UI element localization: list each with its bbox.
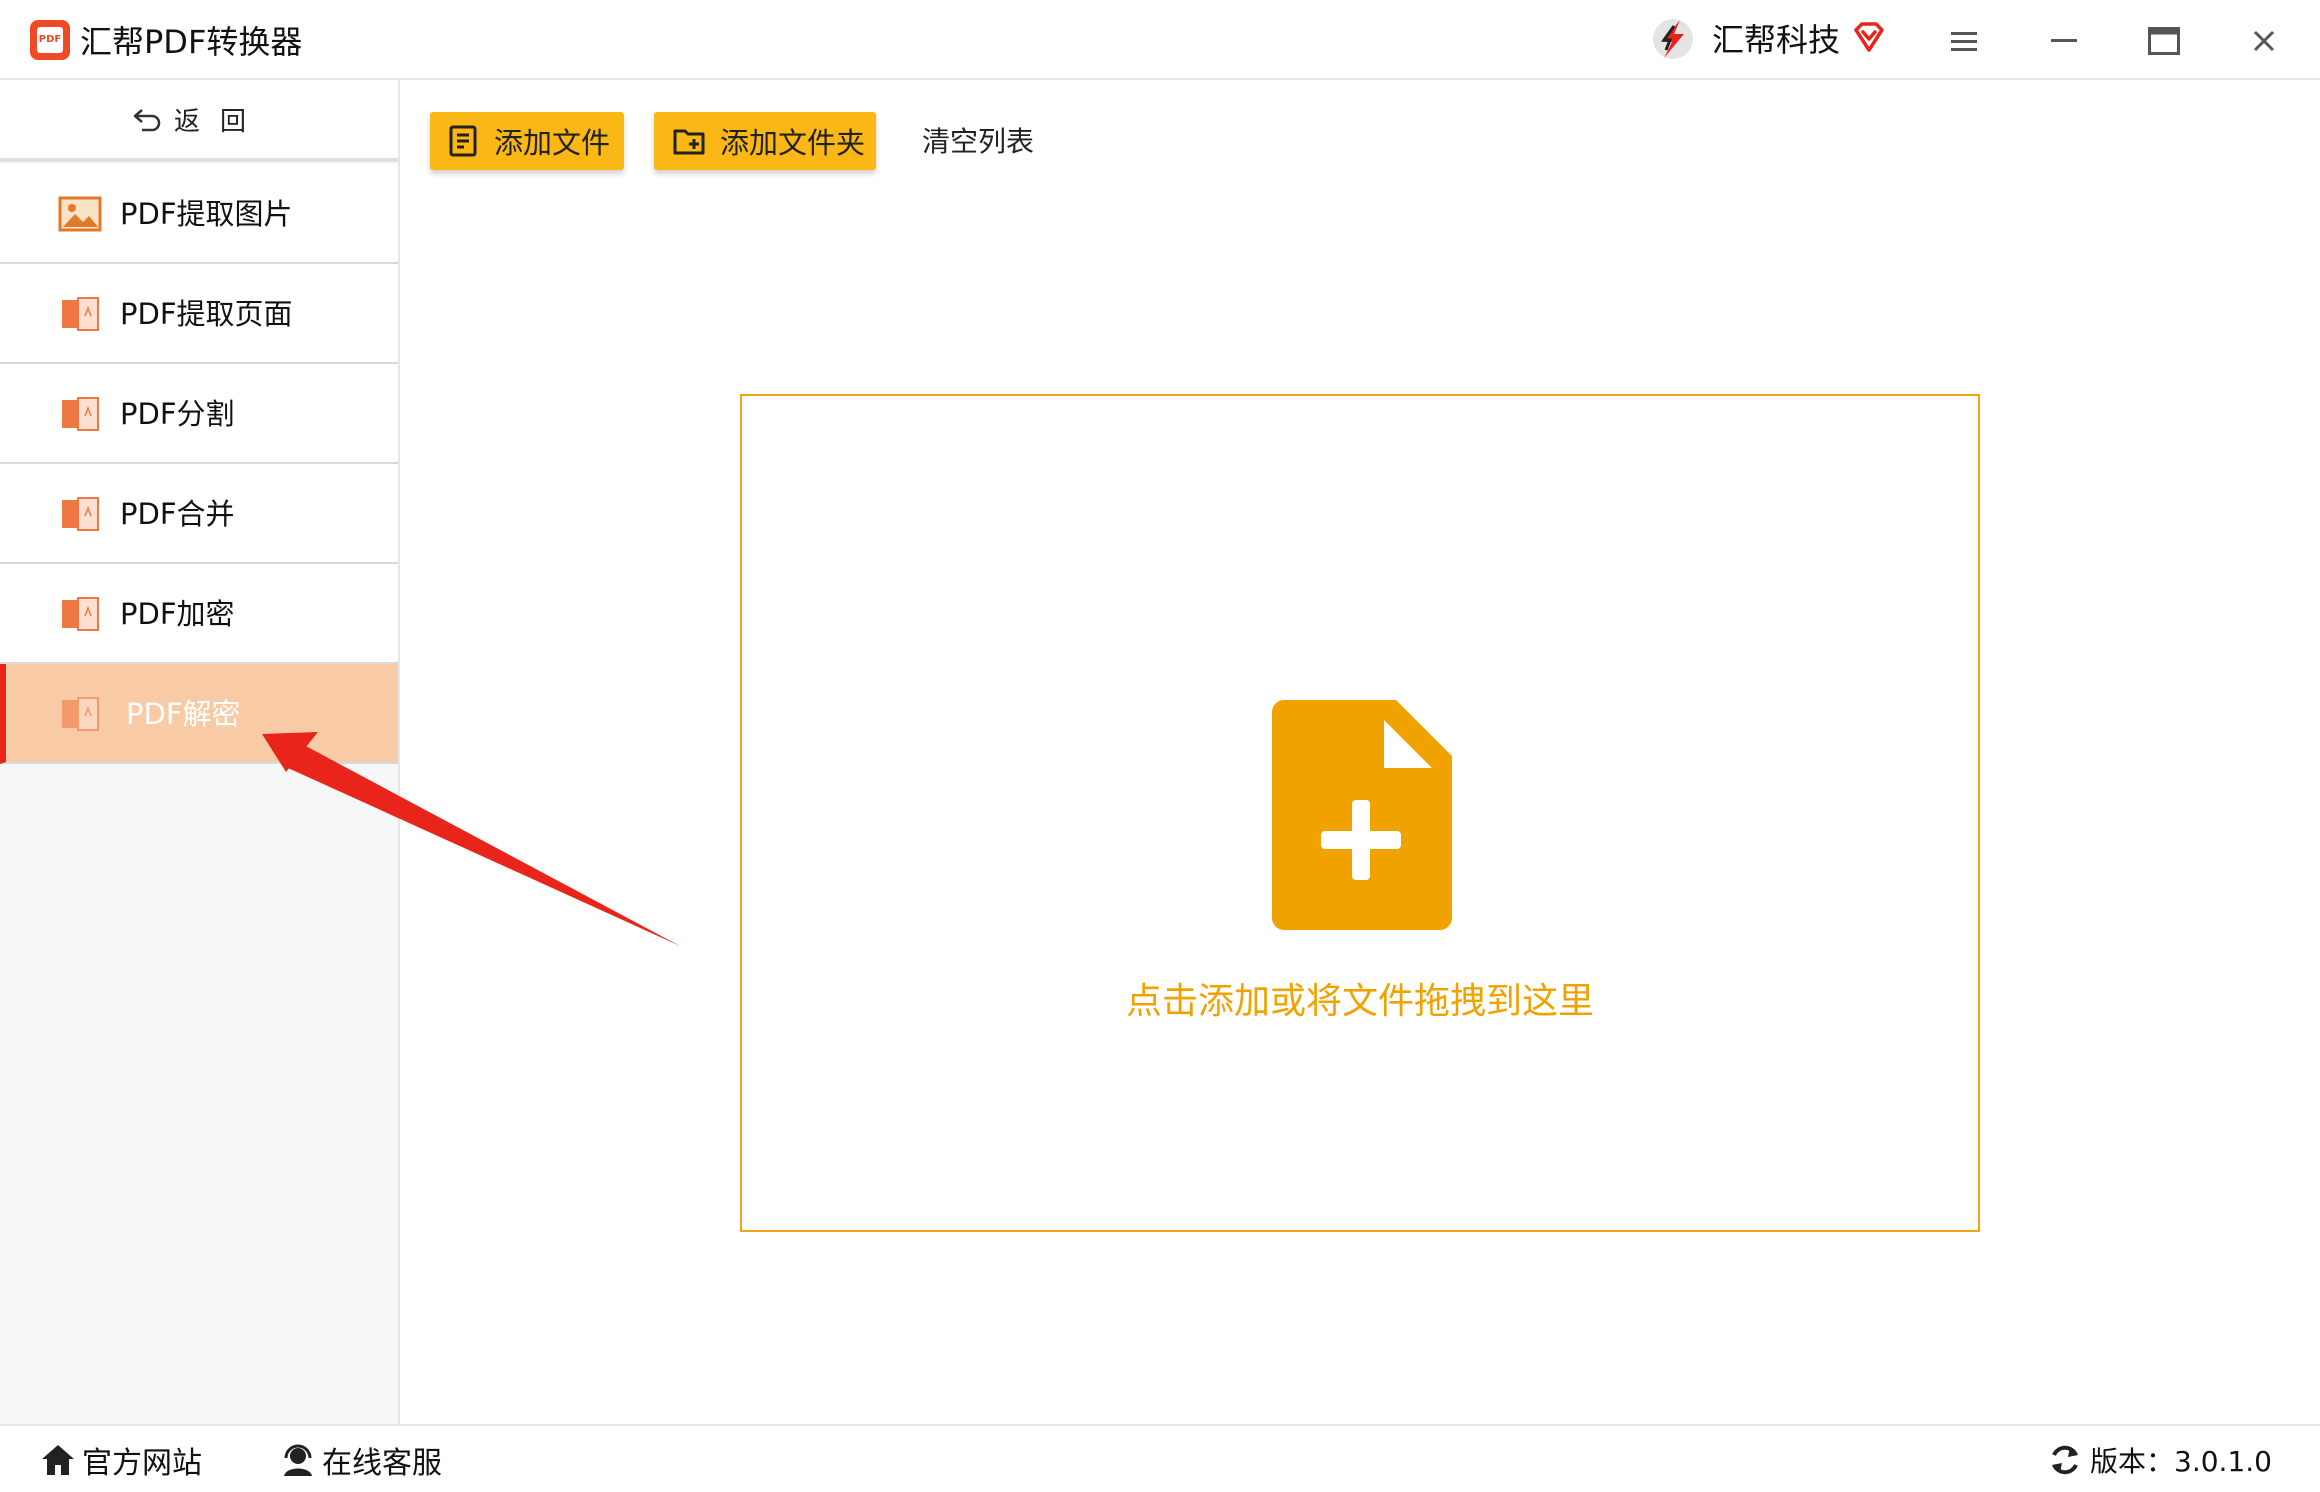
add-file-label: 添加文件 — [494, 126, 611, 160]
drop-hint-text: 点击添加或将文件拖拽到这里 — [1125, 981, 1594, 1022]
add-file-icon — [449, 125, 477, 157]
add-file-button[interactable]: 添加文件 — [430, 112, 624, 170]
online-service-link[interactable]: 在线客服 — [280, 1438, 442, 1482]
sidebar-item-decrypt[interactable]: PDF解密 — [0, 664, 398, 764]
file-drop-zone[interactable]: 点击添加或将文件拖拽到这里 — [740, 394, 1980, 1232]
sidebar-item-extract-pages[interactable]: PDF提取页面 — [0, 264, 398, 364]
version-info: 版本：3.0.1.0 — [2048, 1438, 2272, 1482]
sidebar-item-encrypt[interactable]: PDF加密 — [0, 564, 398, 664]
back-arrow-icon — [133, 109, 161, 132]
status-bar: 官方网站 在线客服 版本：3.0.1.0 — [0, 1424, 2320, 1492]
back-button[interactable]: 返回 — [0, 80, 398, 162]
sidebar-item-label: PDF提取页面 — [120, 297, 293, 331]
app-title: 汇帮PDF转换器 — [80, 23, 303, 61]
sidebar-item-label: PDF合并 — [120, 497, 235, 531]
menu-button[interactable] — [1934, 14, 1994, 68]
close-button[interactable] — [2234, 14, 2294, 68]
vip-diamond-icon[interactable] — [1852, 20, 1886, 54]
title-bar: PDF 汇帮PDF转换器 汇帮科技 — [0, 0, 2320, 80]
add-folder-button[interactable]: 添加文件夹 — [654, 112, 876, 170]
sidebar-item-extract-images[interactable]: PDF提取图片 — [0, 164, 398, 264]
sidebar-item-label: PDF加密 — [120, 597, 235, 631]
pdf-file-icon — [62, 397, 99, 431]
hamburger-icon — [1951, 32, 1977, 51]
app-logo-icon: PDF — [30, 20, 70, 60]
pdf-file-icon — [62, 597, 99, 631]
pdf-file-icon — [62, 297, 99, 331]
back-button-label: 返回 — [173, 106, 266, 137]
minimize-button[interactable] — [2034, 14, 2094, 68]
pdf-file-icon — [62, 697, 99, 731]
brand-name: 汇帮科技 — [1712, 21, 1841, 59]
image-icon — [58, 196, 102, 232]
refresh-icon — [2052, 1445, 2079, 1475]
add-folder-label: 添加文件夹 — [720, 126, 866, 160]
maximize-button[interactable] — [2134, 14, 2194, 68]
sidebar-item-label: PDF分割 — [120, 397, 235, 431]
official-site-link[interactable]: 官方网站 — [40, 1438, 202, 1482]
add-folder-icon — [673, 129, 705, 155]
minimize-icon — [2051, 39, 2077, 42]
official-site-label: 官方网站 — [82, 1446, 202, 1481]
add-file-icon — [1272, 700, 1452, 930]
sidebar-item-split[interactable]: PDF分割 — [0, 364, 398, 464]
version-label: 版本：3.0.1.0 — [2090, 1445, 2272, 1478]
close-icon — [2253, 30, 2275, 52]
customer-service-icon — [284, 1444, 312, 1476]
sidebar: 返回 PDF提取图片 PDF提取页面 PDF分割 PDF合并 PDF加密 PDF… — [0, 80, 400, 1424]
clear-list-button[interactable]: 清空列表 — [922, 122, 1034, 162]
sidebar-item-merge[interactable]: PDF合并 — [0, 464, 398, 564]
brand-logo-icon — [1653, 19, 1693, 59]
sidebar-item-label: PDF提取图片 — [120, 197, 293, 231]
pdf-file-icon — [62, 497, 99, 531]
maximize-icon — [2148, 27, 2180, 55]
online-service-label: 在线客服 — [322, 1446, 442, 1481]
sidebar-item-label: PDF解密 — [126, 697, 241, 731]
home-icon — [42, 1445, 74, 1475]
